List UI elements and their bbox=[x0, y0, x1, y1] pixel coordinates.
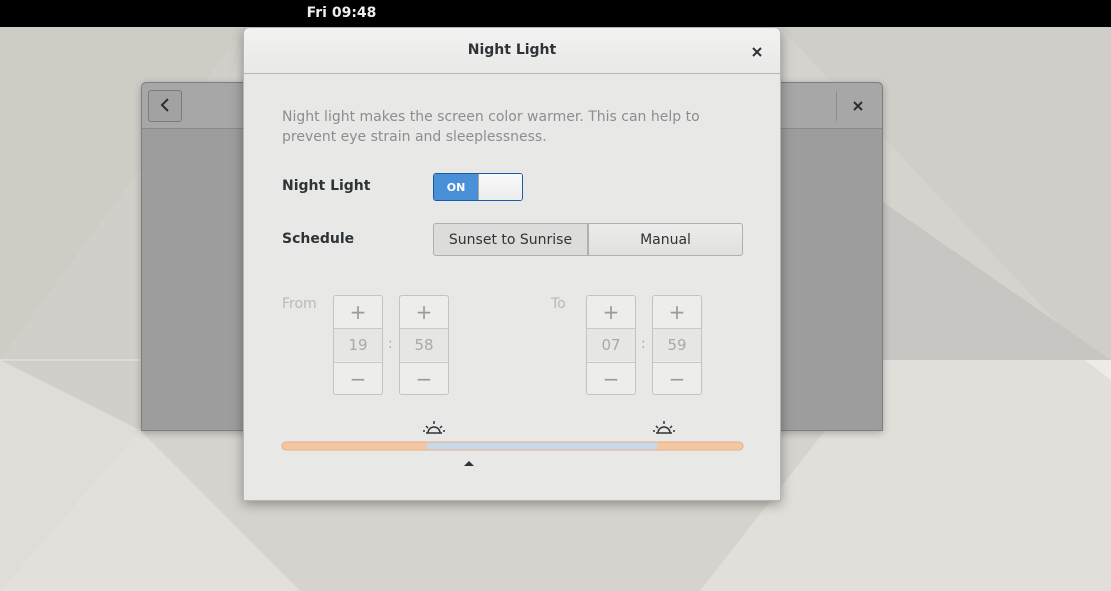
back-button[interactable] bbox=[148, 90, 182, 122]
to-hours-decrement-button[interactable]: − bbox=[587, 362, 635, 395]
night-light-timeline bbox=[281, 418, 744, 468]
schedule-sunset-to-sunrise-button[interactable]: Sunset to Sunrise bbox=[433, 223, 588, 256]
from-hours-spinner: + 19 − bbox=[333, 295, 383, 395]
to-minutes-increment-button[interactable]: + bbox=[653, 296, 701, 329]
dialog-titlebar: Night Light bbox=[244, 28, 780, 74]
settings-close-button[interactable] bbox=[848, 95, 868, 115]
sunset-icon bbox=[423, 421, 445, 434]
from-hours-decrement-button[interactable]: − bbox=[334, 362, 382, 395]
sunrise-icon bbox=[653, 421, 675, 434]
schedule-label: Schedule bbox=[282, 231, 355, 247]
from-minutes-spinner: + 58 − bbox=[399, 295, 449, 395]
from-hours-increment-button[interactable]: + bbox=[334, 296, 382, 329]
close-icon bbox=[752, 42, 762, 61]
from-hours-value[interactable]: 19 bbox=[334, 329, 382, 361]
header-separator bbox=[836, 91, 837, 121]
chevron-left-icon bbox=[160, 97, 170, 116]
to-label: To bbox=[551, 296, 566, 312]
triangle-up-icon bbox=[464, 461, 474, 466]
clock[interactable]: Fri 09:48 bbox=[0, 5, 683, 21]
to-hours-spinner: + 07 − bbox=[586, 295, 636, 395]
from-minutes-decrement-button[interactable]: − bbox=[400, 362, 448, 395]
to-hours-increment-button[interactable]: + bbox=[587, 296, 635, 329]
schedule-manual-button[interactable]: Manual bbox=[588, 223, 743, 256]
dialog-close-button[interactable] bbox=[747, 41, 767, 61]
to-hours-value[interactable]: 07 bbox=[587, 329, 635, 361]
from-time-separator: : bbox=[388, 336, 393, 352]
night-light-label: Night Light bbox=[282, 178, 371, 194]
night-light-switch[interactable]: ON bbox=[433, 173, 523, 201]
to-minutes-decrement-button[interactable]: − bbox=[653, 362, 701, 395]
switch-knob[interactable] bbox=[478, 174, 522, 200]
from-label: From bbox=[282, 296, 317, 312]
timeline-day-segment bbox=[427, 442, 657, 450]
switch-on-label: ON bbox=[434, 174, 478, 200]
from-minutes-value[interactable]: 58 bbox=[400, 329, 448, 361]
close-icon bbox=[853, 96, 863, 115]
to-minutes-spinner: + 59 − bbox=[652, 295, 702, 395]
from-minutes-increment-button[interactable]: + bbox=[400, 296, 448, 329]
to-minutes-value[interactable]: 59 bbox=[653, 329, 701, 361]
dialog-title: Night Light bbox=[467, 42, 557, 58]
to-time-separator: : bbox=[641, 336, 646, 352]
night-light-dialog: Night Light Night light makes the screen… bbox=[243, 27, 781, 501]
description-text: Night light makes the screen color warme… bbox=[282, 109, 700, 145]
top-bar: Fri 09:48 bbox=[0, 0, 1111, 27]
